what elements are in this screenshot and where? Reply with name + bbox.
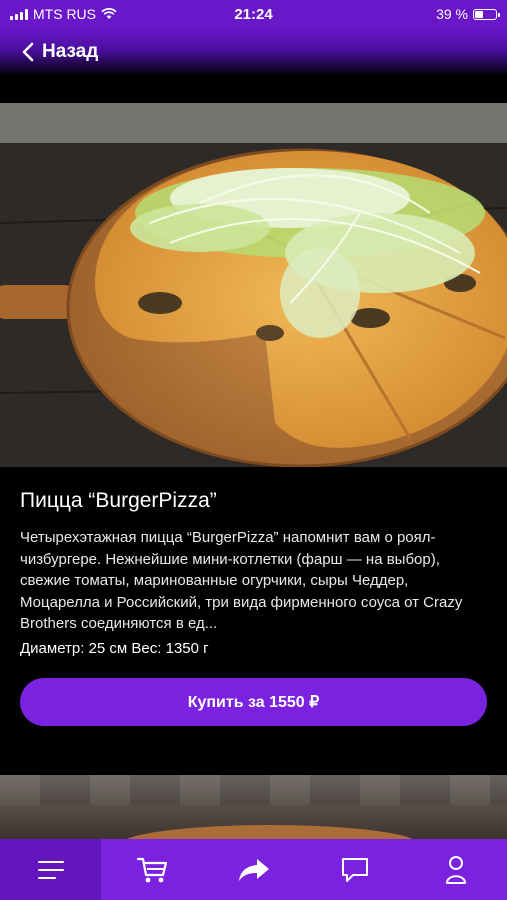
next-product-preview[interactable] bbox=[0, 775, 507, 839]
share-arrow-icon bbox=[238, 858, 269, 881]
tab-profile[interactable] bbox=[406, 839, 507, 900]
product-specs: Диаметр: 25 см Вес: 1350 г bbox=[20, 640, 209, 657]
battery-fill bbox=[475, 10, 483, 18]
back-button[interactable]: Назад bbox=[0, 41, 98, 63]
profile-icon bbox=[446, 855, 467, 884]
tab-bar bbox=[0, 839, 507, 900]
tab-cart[interactable] bbox=[101, 839, 202, 900]
tab-share[interactable] bbox=[203, 839, 304, 900]
menu-lines-icon bbox=[37, 860, 64, 879]
product-card: Пицца “BurgerPizza” Четырехэтажная пицца… bbox=[0, 467, 507, 775]
status-bar: MTS RUS 21:24 39 % bbox=[0, 0, 507, 28]
battery-percent: 39 % bbox=[436, 6, 468, 22]
chevron-left-icon bbox=[22, 42, 34, 62]
status-time: 21:24 bbox=[234, 5, 273, 23]
buy-button[interactable]: Купить за 1550 ₽ bbox=[20, 678, 487, 726]
product-description: Четырехэтажная пицца “BurgerPizza” напом… bbox=[20, 529, 463, 632]
cart-icon bbox=[137, 857, 168, 882]
back-label: Назад bbox=[42, 41, 99, 62]
tab-chat[interactable] bbox=[304, 839, 405, 900]
status-right: 39 % bbox=[436, 0, 500, 28]
tab-menu[interactable] bbox=[0, 839, 102, 900]
product-title: Пицца “BurgerPizza” bbox=[20, 489, 217, 512]
nav-bar: Назад bbox=[0, 28, 507, 76]
pizza-illustration bbox=[0, 103, 507, 467]
pizza-photo bbox=[0, 103, 507, 467]
chat-bubble-icon bbox=[341, 857, 368, 882]
battery-icon bbox=[473, 8, 500, 20]
